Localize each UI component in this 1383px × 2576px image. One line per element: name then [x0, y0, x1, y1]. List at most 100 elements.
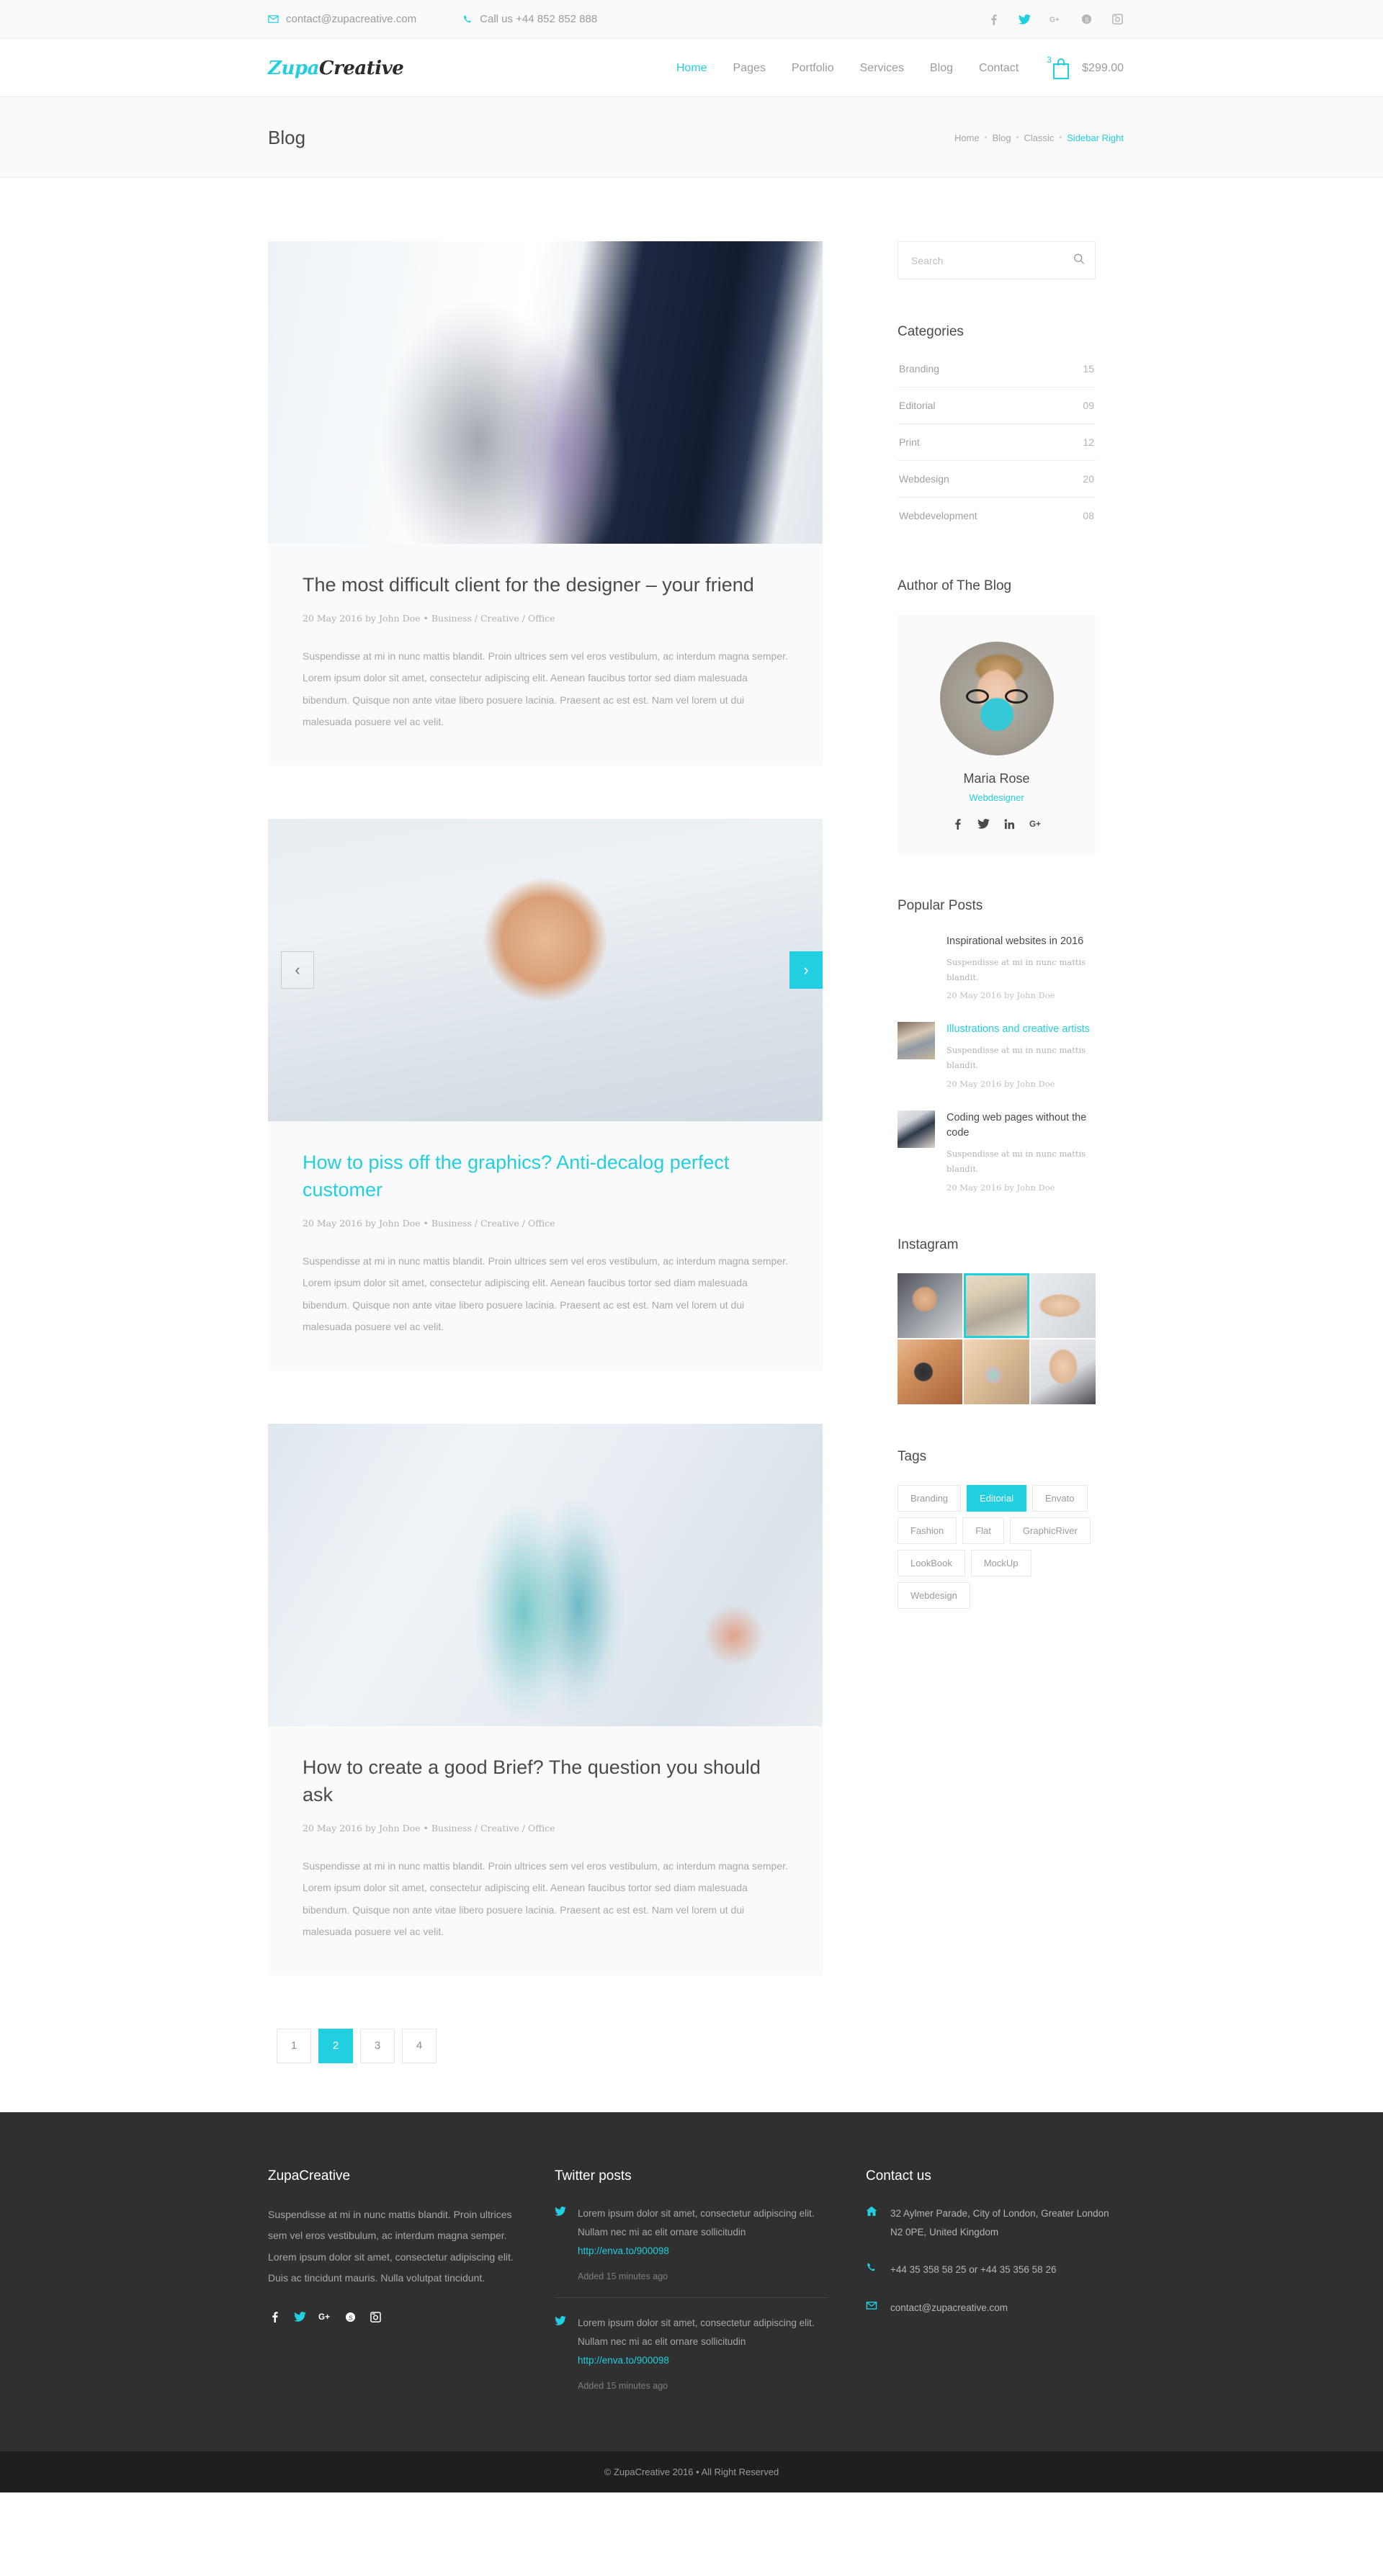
- svg-text:G+: G+: [1029, 820, 1041, 829]
- breadcrumb-item-blog[interactable]: Blog: [993, 133, 1011, 143]
- popular-post-excerpt: Suspendisse at mi in nunc mattis blandit…: [946, 1045, 1086, 1071]
- post-meta: 20 May 2016 by John Doe • Business / Cre…: [303, 1823, 555, 1834]
- phone-icon: [866, 2261, 879, 2279]
- contact-phone[interactable]: +44 35 358 58 25 or +44 35 356 58 26: [890, 2261, 1056, 2279]
- twitter-icon[interactable]: [977, 817, 990, 830]
- google-plus-icon[interactable]: G+: [318, 2310, 331, 2323]
- tweet-added-time: Added 15 minutes ago: [578, 2380, 668, 2391]
- search-icon[interactable]: [1073, 253, 1085, 268]
- tag-mockup[interactable]: MockUp: [970, 1550, 1031, 1577]
- facebook-icon[interactable]: [952, 817, 964, 830]
- pagination-page-2[interactable]: 2: [318, 2028, 353, 2063]
- tweet-text: Lorem ipsum dolor sit amet, consectetur …: [578, 2317, 815, 2348]
- post-title[interactable]: How to create a good Brief? The question…: [303, 1754, 788, 1809]
- popular-post-item[interactable]: Coding web pages without the code Suspen…: [898, 1110, 1096, 1193]
- instagram-icon[interactable]: [1111, 13, 1124, 25]
- skype-icon[interactable]: S: [1080, 13, 1093, 25]
- nav-item-pages[interactable]: Pages: [733, 62, 766, 75]
- author-name: Maria Rose: [963, 771, 1030, 786]
- contact-address-row: 32 Aylmer Parade, City of London, Greate…: [866, 2204, 1111, 2243]
- tag-flat[interactable]: Flat: [962, 1517, 1004, 1545]
- blog-post-list: The most difficult client for the design…: [268, 241, 823, 2063]
- nav-item-services[interactable]: Services: [860, 62, 904, 75]
- tweet-link[interactable]: http://enva.to/900098: [578, 2245, 669, 2256]
- search-input[interactable]: [898, 242, 1095, 279]
- search-box[interactable]: [898, 241, 1096, 279]
- google-plus-icon[interactable]: G+: [1049, 13, 1062, 25]
- tweet-added-time: Added 15 minutes ago: [578, 2271, 668, 2281]
- pagination-page-3[interactable]: 3: [360, 2028, 395, 2063]
- main-navigation: Home Pages Portfolio Services Blog Conta…: [676, 62, 1019, 75]
- contact-email-row: contact@zupacreative.com: [866, 2299, 1111, 2317]
- category-label: Branding: [899, 363, 940, 374]
- breadcrumb-item-home[interactable]: Home: [954, 133, 980, 143]
- popular-post-title[interactable]: Coding web pages without the code: [946, 1110, 1096, 1142]
- popular-post-title[interactable]: Inspirational websites in 2016: [946, 934, 1096, 950]
- instagram-icon[interactable]: [369, 2310, 382, 2323]
- contact-email[interactable]: contact@zupacreative.com: [890, 2299, 1008, 2317]
- post-title[interactable]: The most difficult client for the design…: [303, 571, 788, 598]
- slider-next-button[interactable]: ›: [789, 951, 823, 989]
- google-plus-icon[interactable]: G+: [1029, 817, 1042, 830]
- svg-text:G+: G+: [318, 2312, 330, 2322]
- shopping-bag-icon[interactable]: 3: [1047, 55, 1070, 79]
- category-row[interactable]: Branding 15: [898, 360, 1096, 387]
- pagination-page-4[interactable]: 4: [402, 2028, 437, 2063]
- breadcrumb: Home • Blog • Classic • Sidebar Right: [954, 133, 1124, 143]
- pagination-page-1[interactable]: 1: [277, 2028, 311, 2063]
- nav-item-portfolio[interactable]: Portfolio: [792, 62, 834, 75]
- topbar-email[interactable]: contact@zupacreative.com: [268, 13, 416, 25]
- topbar-socials: G+ S: [988, 13, 1124, 25]
- twitter-icon[interactable]: [293, 2310, 306, 2323]
- glasses-icon: [963, 689, 1031, 704]
- instagram-thumb-hand-on-laptop[interactable]: [1030, 1273, 1096, 1338]
- facebook-icon[interactable]: [988, 13, 1000, 25]
- popular-post-item[interactable]: Inspirational websites in 2016 Suspendis…: [898, 934, 1096, 1000]
- tag-fashion[interactable]: Fashion: [898, 1517, 957, 1545]
- instagram-thumb-man-in-office[interactable]: [898, 1273, 963, 1338]
- tag-editorial[interactable]: Editorial: [967, 1485, 1027, 1512]
- popular-post-thumbnail: [898, 934, 935, 971]
- category-row[interactable]: Webdesign 20: [898, 461, 1096, 498]
- sidebar: Categories Branding 15 Editorial 09 Prin…: [898, 241, 1096, 2063]
- popular-post-item[interactable]: Illustrations and creative artists Suspe…: [898, 1022, 1096, 1089]
- category-count: 08: [1083, 510, 1094, 521]
- svg-text:S: S: [348, 2314, 352, 2321]
- tag-lookbook[interactable]: LookBook: [898, 1550, 965, 1577]
- category-label: Webdesign: [899, 473, 949, 485]
- category-row[interactable]: Webdevelopment 08: [898, 498, 1096, 534]
- popular-post-title[interactable]: Illustrations and creative artists: [946, 1022, 1096, 1038]
- tag-graphicriver[interactable]: GraphicRiver: [1009, 1517, 1091, 1545]
- nav-item-blog[interactable]: Blog: [930, 62, 953, 75]
- post-title[interactable]: How to piss off the graphics? Anti-decal…: [303, 1149, 788, 1204]
- tweet-link[interactable]: http://enva.to/900098: [578, 2355, 669, 2366]
- nav-item-contact[interactable]: Contact: [979, 62, 1019, 75]
- linkedin-icon[interactable]: [1003, 817, 1016, 830]
- category-row[interactable]: Editorial 09: [898, 387, 1096, 424]
- footer-about-column: ZupaCreative Suspendisse at mi in nunc m…: [268, 2168, 520, 2407]
- phone-icon: [462, 14, 473, 24]
- tag-webdesign[interactable]: Webdesign: [898, 1582, 970, 1610]
- instagram-thumb-interior-construction[interactable]: [964, 1273, 1029, 1338]
- instagram-thumb-soap-bubbles[interactable]: [964, 1339, 1029, 1405]
- facebook-icon[interactable]: [268, 2310, 281, 2323]
- site-logo[interactable]: ZupaCreative: [268, 58, 404, 79]
- category-row[interactable]: Print 12: [898, 424, 1096, 461]
- widget-title-instagram: Instagram: [898, 1237, 959, 1252]
- topbar-phone[interactable]: Call us +44 852 852 888: [462, 13, 597, 25]
- tweet-text: Lorem ipsum dolor sit amet, consectetur …: [578, 2207, 815, 2238]
- cart-widget[interactable]: 3 $299.00: [1047, 55, 1124, 79]
- breadcrumb-item-classic[interactable]: Classic: [1024, 133, 1054, 143]
- twitter-icon[interactable]: [1019, 13, 1031, 25]
- skype-icon[interactable]: S: [344, 2310, 357, 2323]
- topbar-phone-text: Call us +44 852 852 888: [480, 13, 598, 25]
- instagram-widget: Instagram: [898, 1237, 1096, 1405]
- category-label: Editorial: [899, 400, 936, 411]
- slider-prev-button[interactable]: ‹: [281, 951, 314, 989]
- instagram-thumb-woman-with-moustache[interactable]: [1030, 1339, 1096, 1405]
- tag-branding[interactable]: Branding: [898, 1485, 962, 1512]
- popular-post-date: 20 May 2016 by John Doe: [946, 1078, 1055, 1089]
- instagram-thumb-woman-with-camera[interactable]: [898, 1339, 963, 1405]
- tag-envato[interactable]: Envato: [1032, 1485, 1088, 1512]
- nav-item-home[interactable]: Home: [676, 62, 707, 75]
